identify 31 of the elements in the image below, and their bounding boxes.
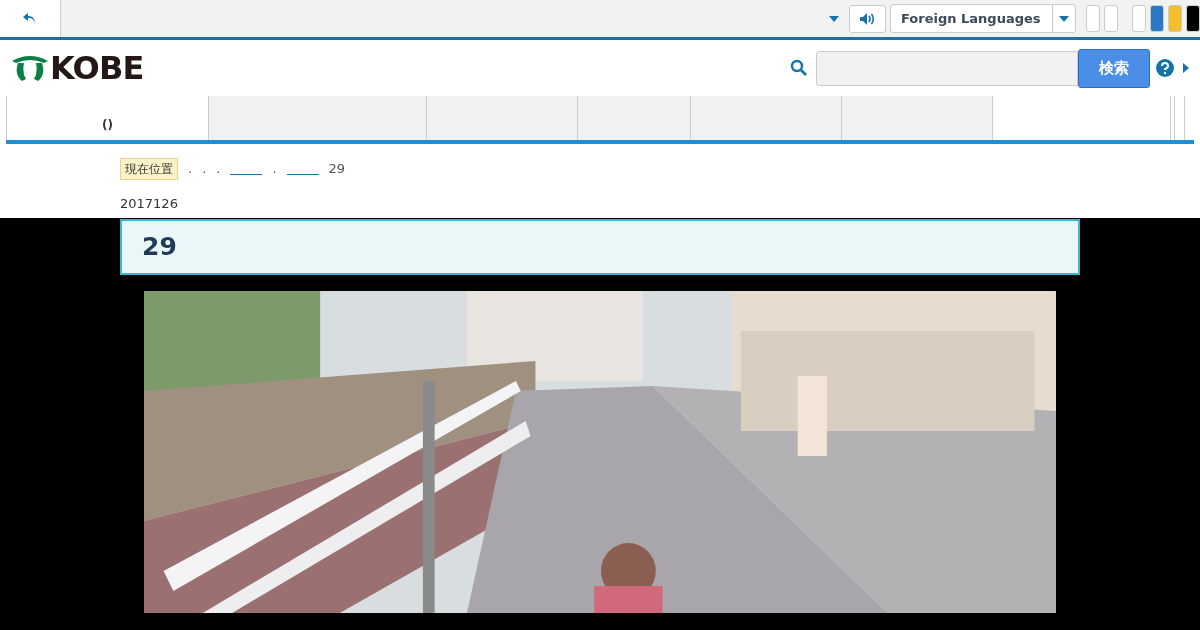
- breadcrumb-item: 29: [328, 160, 346, 179]
- search-field[interactable]: [816, 50, 1078, 86]
- search-icon: [790, 59, 808, 77]
- caret-down-icon: [1059, 15, 1069, 22]
- breadcrumb-item: .: [272, 160, 277, 179]
- breadcrumb-item: .: [202, 160, 207, 179]
- breadcrumb-item: .: [216, 160, 221, 179]
- help-icon[interactable]: [1156, 59, 1174, 77]
- text-size-button[interactable]: [1104, 5, 1118, 32]
- page-heading: 29: [142, 231, 177, 264]
- speaker-button[interactable]: [849, 4, 886, 33]
- text-size-button[interactable]: [1086, 5, 1100, 32]
- color-theme-button[interactable]: [1168, 5, 1182, 32]
- nav-tab[interactable]: [690, 96, 841, 140]
- color-theme-button[interactable]: [1132, 5, 1146, 32]
- back-button[interactable]: [0, 0, 61, 37]
- nav-tab[interactable]: [208, 96, 426, 140]
- location-label: 現在位置: [120, 158, 178, 180]
- caret-down-icon[interactable]: [829, 15, 839, 22]
- logo-icon: [10, 53, 50, 83]
- nav-tab[interactable]: [577, 96, 690, 140]
- nav-tab[interactable]: [426, 96, 577, 140]
- breadcrumb-item: .: [188, 160, 193, 179]
- logo-text: KOBE: [50, 52, 144, 84]
- color-theme-button[interactable]: [1150, 5, 1164, 32]
- date-text: 2017126: [120, 195, 178, 213]
- color-theme-button[interactable]: [1186, 5, 1200, 32]
- speaker-icon: [858, 11, 877, 26]
- nav-tab[interactable]: [841, 96, 992, 140]
- language-select[interactable]: Foreign Languages: [890, 4, 1076, 33]
- caret-right-icon[interactable]: [1182, 63, 1190, 73]
